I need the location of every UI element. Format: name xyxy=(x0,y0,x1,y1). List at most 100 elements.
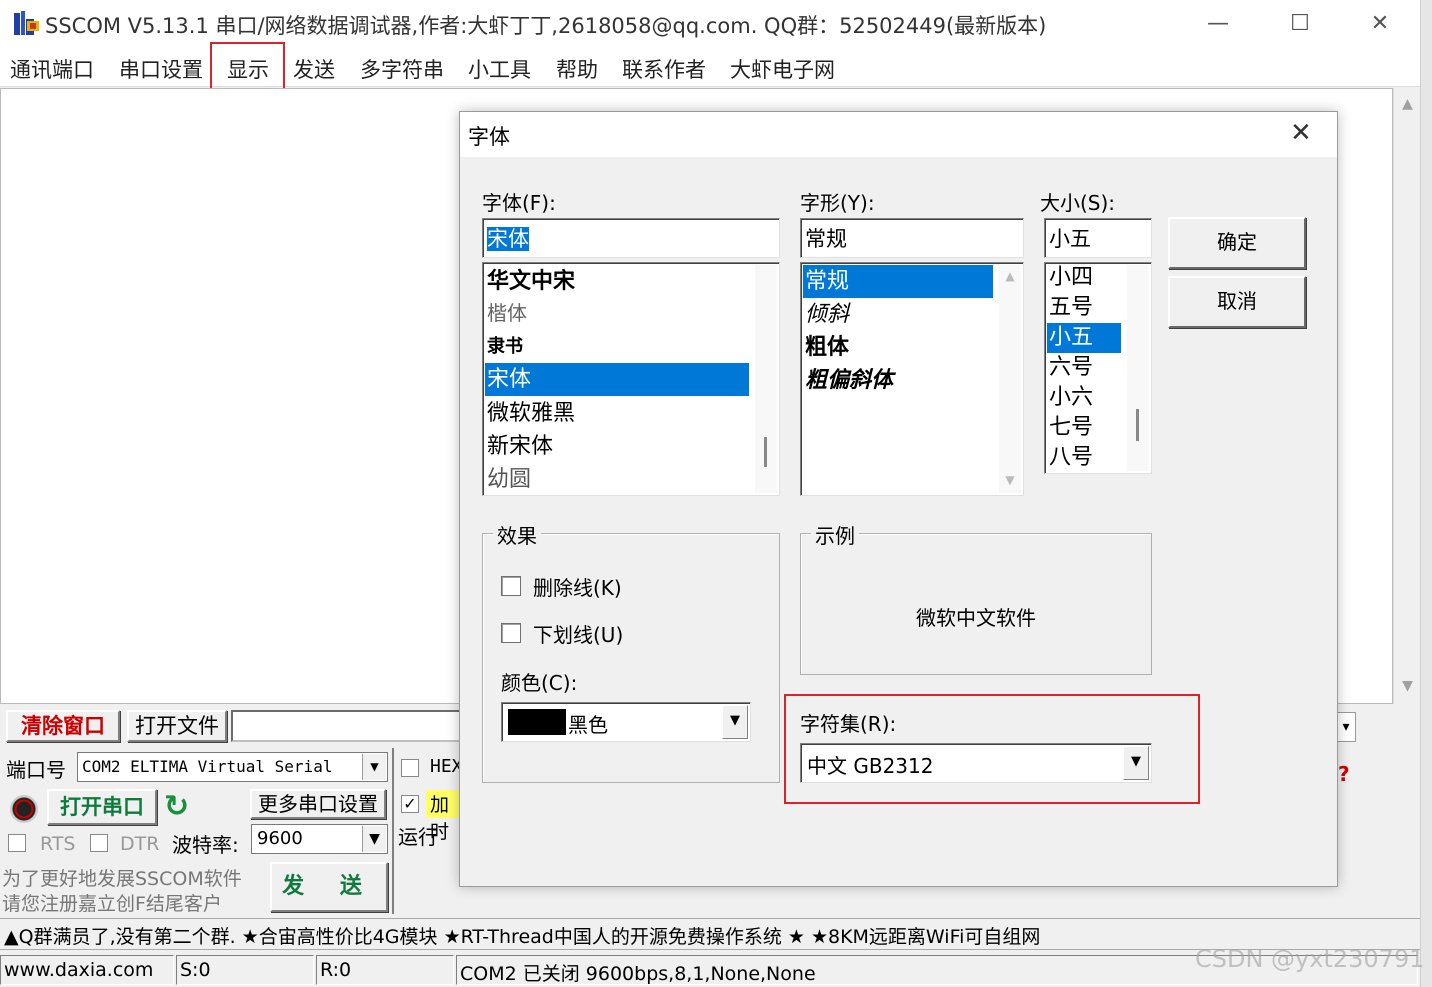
window-title: SSCOM V5.13.1 串口/网络数据调试器,作者:大虾丁丁,2618058… xyxy=(45,14,1047,38)
send-button[interactable]: 发 送 xyxy=(270,862,388,912)
effects-group: 效果 删除线(K) 下划线(U) 颜色(C): 黑色 ▼ xyxy=(482,520,780,783)
sscom-app-icon xyxy=(14,11,39,35)
promo-text-line-2: 请您注册嘉立创F结尾客户 xyxy=(2,893,222,915)
list-item[interactable]: 隶书 xyxy=(485,330,523,363)
list-item[interactable]: 微软雅黑 xyxy=(485,397,575,430)
font-family-list[interactable]: 华文中宋 楷体 隶书 宋体 微软雅黑 新宋体 幼圆 xyxy=(482,262,780,496)
baud-rate-value: 9600 xyxy=(257,828,303,849)
baud-rate-label: 波特率: xyxy=(172,833,239,857)
port-select-value: COM2 ELTIMA Virtual Serial xyxy=(82,757,333,776)
font-family-input[interactable]: 宋体 xyxy=(482,218,780,258)
font-dialog-title: 字体 xyxy=(468,125,510,149)
font-dialog-close-icon[interactable]: ✕ xyxy=(1290,118,1312,148)
list-item[interactable]: 倾斜 xyxy=(803,298,849,331)
list-item[interactable]: 五号 xyxy=(1047,293,1093,323)
status-sent-count: S:0 xyxy=(176,955,314,985)
font-family-label: 字体(F): xyxy=(482,191,556,215)
color-select-value: 黑色 xyxy=(568,713,608,737)
status-received-count: R:0 xyxy=(316,955,454,985)
hex-label: HEX xyxy=(430,756,463,777)
font-family-input-value: 宋体 xyxy=(487,227,529,251)
menu-send[interactable]: 发送 xyxy=(293,54,335,84)
dtr-checkbox[interactable] xyxy=(90,834,108,852)
list-item[interactable]: 楷体 xyxy=(485,297,527,330)
list-item-selected[interactable]: 小五 xyxy=(1047,323,1121,353)
font-style-input[interactable]: 常规 xyxy=(800,218,1024,258)
maximize-button[interactable]: ☐ xyxy=(1280,8,1320,40)
promo-text-line-1: 为了更好地发展SSCOM软件 xyxy=(2,868,242,890)
menu-comm-port[interactable]: 通讯端口 xyxy=(10,54,94,84)
help-question-icon[interactable]: ? xyxy=(1338,762,1358,796)
menu-tools[interactable]: 小工具 xyxy=(468,54,531,84)
sample-group: 示例 微软中文软件 xyxy=(800,520,1152,675)
add-timestamp-label: 加时 xyxy=(426,790,462,843)
run-label: 运行 xyxy=(398,825,438,849)
window-right-edge xyxy=(1420,0,1432,987)
charset-highlight-box xyxy=(784,694,1200,804)
size-list-scrollbar[interactable] xyxy=(1127,265,1149,471)
open-port-button[interactable]: 打开串口 xyxy=(47,789,157,825)
list-item[interactable]: 八号 xyxy=(1047,443,1093,473)
menu-help[interactable]: 帮助 xyxy=(556,54,598,84)
color-select[interactable]: 黑色 ▼ xyxy=(501,702,751,742)
list-item[interactable]: 幼圆 xyxy=(485,463,531,495)
list-item[interactable]: 粗偏斜体 xyxy=(803,364,893,397)
chevron-down-icon[interactable]: ▼ xyxy=(722,705,748,739)
port-select[interactable]: COM2 ELTIMA Virtual Serial ▼ xyxy=(77,752,388,782)
list-item[interactable]: 小六 xyxy=(1047,383,1093,413)
open-file-button[interactable]: 打开文件 xyxy=(127,710,227,742)
right-panel-dropdown[interactable]: ▾ xyxy=(1336,712,1356,742)
close-button[interactable]: ✕ xyxy=(1360,8,1400,40)
refresh-ports-icon[interactable]: ↻ xyxy=(164,792,194,822)
font-size-list[interactable]: 小四 五号 小五 六号 小六 七号 八号 xyxy=(1044,262,1152,474)
chevron-down-icon[interactable]: ▼ xyxy=(362,754,386,780)
font-style-list[interactable]: 常规 倾斜 粗体 粗偏斜体 ▲ ▼ xyxy=(800,262,1024,496)
scroll-up-arrow-icon[interactable]: ▲ xyxy=(1394,96,1421,112)
panel-divider xyxy=(392,748,394,914)
menu-daxia-site[interactable]: 大虾电子网 xyxy=(730,54,835,84)
status-website[interactable]: www.daxia.com xyxy=(0,955,174,985)
font-list-scrollbar[interactable] xyxy=(755,265,777,493)
chevron-down-icon[interactable]: ▼ xyxy=(362,826,386,852)
color-swatch xyxy=(508,709,566,735)
scroll-down-arrow-icon[interactable]: ▼ xyxy=(1394,678,1421,694)
style-list-scrollbar[interactable]: ▲ ▼ xyxy=(999,265,1021,493)
more-serial-settings-button[interactable]: 更多串口设置 xyxy=(250,789,386,819)
list-item[interactable]: 华文中宋 xyxy=(485,265,575,298)
underline-label: 下划线(U) xyxy=(533,623,624,647)
font-size-input[interactable]: 小五 xyxy=(1044,218,1152,258)
receive-log-scrollbar[interactable]: ▲ ▼ xyxy=(1393,88,1420,704)
add-timestamp-checkbox[interactable]: ✓ xyxy=(401,795,419,813)
minimize-button[interactable]: — xyxy=(1198,8,1238,40)
font-style-label: 字形(Y): xyxy=(800,191,875,215)
clear-window-button[interactable]: 清除窗口 xyxy=(6,710,120,742)
font-size-label: 大小(S): xyxy=(1040,191,1116,215)
rts-label: RTS xyxy=(40,833,76,855)
list-item[interactable]: 七号 xyxy=(1047,413,1093,443)
font-dialog-title-bar: 字体 ✕ xyxy=(460,112,1337,157)
list-item-selected[interactable]: 宋体 xyxy=(485,363,749,396)
scrollbar-thumb[interactable] xyxy=(1136,409,1139,441)
hex-send-checkbox[interactable] xyxy=(401,759,419,777)
strikeout-checkbox[interactable] xyxy=(501,576,521,596)
color-label: 颜色(C): xyxy=(501,671,578,695)
list-item[interactable]: 六号 xyxy=(1047,353,1093,383)
cancel-button[interactable]: 取消 xyxy=(1168,276,1306,328)
rts-checkbox[interactable] xyxy=(8,834,26,852)
display-menu-highlight-box xyxy=(210,42,285,94)
list-item[interactable]: 小四 xyxy=(1047,263,1093,293)
port-label: 端口号 xyxy=(6,758,66,782)
scrollbar-thumb[interactable] xyxy=(764,437,767,467)
file-path-input[interactable] xyxy=(231,710,466,742)
ok-button[interactable]: 确定 xyxy=(1168,217,1306,269)
menu-multi-string[interactable]: 多字符串 xyxy=(360,54,444,84)
menu-serial-settings[interactable]: 串口设置 xyxy=(119,54,203,84)
scroll-down-arrow-icon[interactable]: ▼ xyxy=(999,473,1021,487)
underline-checkbox[interactable] xyxy=(501,623,521,643)
list-item[interactable]: 新宋体 xyxy=(485,430,553,463)
list-item[interactable]: 粗体 xyxy=(803,331,849,364)
baud-rate-select[interactable]: 9600 ▼ xyxy=(251,824,388,854)
list-item-selected[interactable]: 常规 xyxy=(803,265,993,298)
menu-contact-author[interactable]: 联系作者 xyxy=(622,54,706,84)
scroll-up-arrow-icon[interactable]: ▲ xyxy=(999,269,1021,283)
